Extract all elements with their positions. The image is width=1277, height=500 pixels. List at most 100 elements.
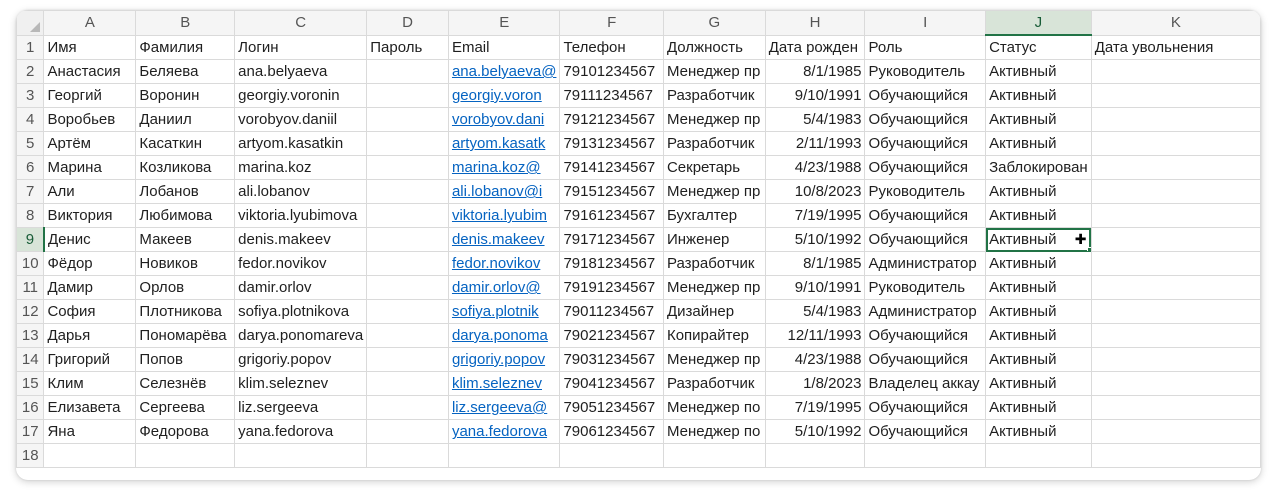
row-header-3[interactable]: 3	[16, 83, 45, 108]
cell-k16[interactable]	[1090, 395, 1261, 420]
cell-c18[interactable]	[234, 443, 368, 468]
cell-d7[interactable]	[366, 179, 449, 204]
row-header-11[interactable]: 11	[16, 275, 45, 300]
cell-b5[interactable]: Касаткин	[135, 131, 236, 156]
cell-j16[interactable]: Активный	[985, 395, 1092, 420]
cell-h18[interactable]	[764, 443, 866, 468]
cell-k6[interactable]	[1090, 155, 1261, 180]
row-header-1[interactable]: 1	[16, 34, 45, 60]
cell-g5[interactable]: Разработчик	[662, 131, 766, 156]
cell-j10[interactable]: Активный	[985, 251, 1092, 276]
cell-g10[interactable]: Разработчик	[662, 251, 766, 276]
cell-b9[interactable]: Макеев	[135, 227, 236, 252]
cell-e6[interactable]: marina.koz@	[447, 155, 561, 180]
cell-f13[interactable]: 79021234567	[559, 323, 664, 348]
cell-c12[interactable]: sofiya.plotnikova	[234, 299, 368, 324]
cell-d4[interactable]	[366, 107, 449, 132]
cell-g7[interactable]: Менеджер пр	[662, 179, 766, 204]
cell-a4[interactable]: Воробьев	[43, 107, 137, 132]
cell-f5[interactable]: 79131234567	[559, 131, 664, 156]
cell-k14[interactable]	[1090, 347, 1261, 372]
cell-c8[interactable]: viktoria.lyubimova	[234, 203, 368, 228]
cell-e4[interactable]: vorobyov.dani	[447, 107, 561, 132]
row-header-18[interactable]: 18	[16, 443, 45, 468]
cell-g11[interactable]: Менеджер пр	[662, 275, 766, 300]
cell-g12[interactable]: Дизайнер	[662, 299, 766, 324]
cell-h4[interactable]: 5/4/1983	[764, 107, 866, 132]
cell-g3[interactable]: Разработчик	[662, 83, 766, 108]
cell-c1[interactable]: Логин	[234, 34, 368, 60]
cell-k10[interactable]	[1090, 251, 1261, 276]
cell-e18[interactable]	[447, 443, 561, 468]
cell-i17[interactable]: Обучающийся	[864, 419, 987, 444]
cell-k15[interactable]	[1090, 371, 1261, 396]
cell-h10[interactable]: 8/1/1985	[764, 251, 866, 276]
cell-k3[interactable]	[1090, 83, 1261, 108]
column-header-f[interactable]: F	[559, 10, 664, 36]
cell-b17[interactable]: Федорова	[135, 419, 236, 444]
cell-h5[interactable]: 2/11/1993	[764, 131, 866, 156]
cell-i12[interactable]: Администратор	[864, 299, 987, 324]
column-header-c[interactable]: C	[234, 10, 368, 36]
cell-d5[interactable]	[366, 131, 449, 156]
cell-e8[interactable]: viktoria.lyubim	[447, 203, 561, 228]
cell-i13[interactable]: Обучающийся	[864, 323, 987, 348]
cell-f17[interactable]: 79061234567	[559, 419, 664, 444]
cell-k17[interactable]	[1090, 419, 1261, 444]
cell-c10[interactable]: fedor.novikov	[234, 251, 368, 276]
cell-k18[interactable]	[1090, 443, 1261, 468]
row-header-5[interactable]: 5	[16, 131, 45, 156]
cell-f12[interactable]: 79011234567	[559, 299, 664, 324]
cell-f4[interactable]: 79121234567	[559, 107, 664, 132]
cell-f15[interactable]: 79041234567	[559, 371, 664, 396]
row-header-4[interactable]: 4	[16, 107, 45, 132]
cell-h13[interactable]: 12/11/1993	[764, 323, 866, 348]
cell-f10[interactable]: 79181234567	[559, 251, 664, 276]
cell-f14[interactable]: 79031234567	[559, 347, 664, 372]
cell-i6[interactable]: Обучающийся	[864, 155, 987, 180]
cell-a16[interactable]: Елизавета	[43, 395, 137, 420]
cell-a7[interactable]: Али	[43, 179, 137, 204]
cell-i7[interactable]: Руководитель	[864, 179, 987, 204]
cell-d18[interactable]	[366, 443, 449, 468]
cell-i1[interactable]: Роль	[864, 34, 987, 60]
cell-j3[interactable]: Активный	[985, 83, 1092, 108]
cell-f2[interactable]: 79101234567	[559, 59, 664, 84]
cell-j1[interactable]: Статус	[985, 34, 1092, 60]
cell-i11[interactable]: Руководитель	[864, 275, 987, 300]
row-header-17[interactable]: 17	[16, 419, 45, 444]
cell-k2[interactable]	[1090, 59, 1261, 84]
cell-j11[interactable]: Активный	[985, 275, 1092, 300]
row-header-15[interactable]: 15	[16, 371, 45, 396]
cell-g16[interactable]: Менеджер по	[662, 395, 766, 420]
cell-i16[interactable]: Обучающийся	[864, 395, 987, 420]
row-header-13[interactable]: 13	[16, 323, 45, 348]
column-header-j[interactable]: J	[985, 10, 1092, 36]
cell-d13[interactable]	[366, 323, 449, 348]
cell-c5[interactable]: artyom.kasatkin	[234, 131, 368, 156]
cell-b12[interactable]: Плотникова	[135, 299, 236, 324]
cell-c3[interactable]: georgiy.voronin	[234, 83, 368, 108]
cell-k4[interactable]	[1090, 107, 1261, 132]
cell-i5[interactable]: Обучающийся	[864, 131, 987, 156]
cell-c14[interactable]: grigoriy.popov	[234, 347, 368, 372]
cell-j12[interactable]: Активный	[985, 299, 1092, 324]
cell-j15[interactable]: Активный	[985, 371, 1092, 396]
cell-a2[interactable]: Анастасия	[43, 59, 137, 84]
cell-c16[interactable]: liz.sergeeva	[234, 395, 368, 420]
cell-f18[interactable]	[559, 443, 664, 468]
cell-g8[interactable]: Бухгалтер	[662, 203, 766, 228]
cell-d1[interactable]: Пароль	[366, 34, 449, 60]
cell-c2[interactable]: ana.belyaeva	[234, 59, 368, 84]
cell-j8[interactable]: Активный	[985, 203, 1092, 228]
cell-g6[interactable]: Секретарь	[662, 155, 766, 180]
cell-i8[interactable]: Обучающийся	[864, 203, 987, 228]
cell-g15[interactable]: Разработчик	[662, 371, 766, 396]
cell-h7[interactable]: 10/8/2023	[764, 179, 866, 204]
cell-e16[interactable]: liz.sergeeva@	[447, 395, 561, 420]
cell-e14[interactable]: grigoriy.popov	[447, 347, 561, 372]
cell-k7[interactable]	[1090, 179, 1261, 204]
cell-j2[interactable]: Активный	[985, 59, 1092, 84]
column-header-i[interactable]: I	[864, 10, 987, 36]
cell-h17[interactable]: 5/10/1992	[764, 419, 866, 444]
